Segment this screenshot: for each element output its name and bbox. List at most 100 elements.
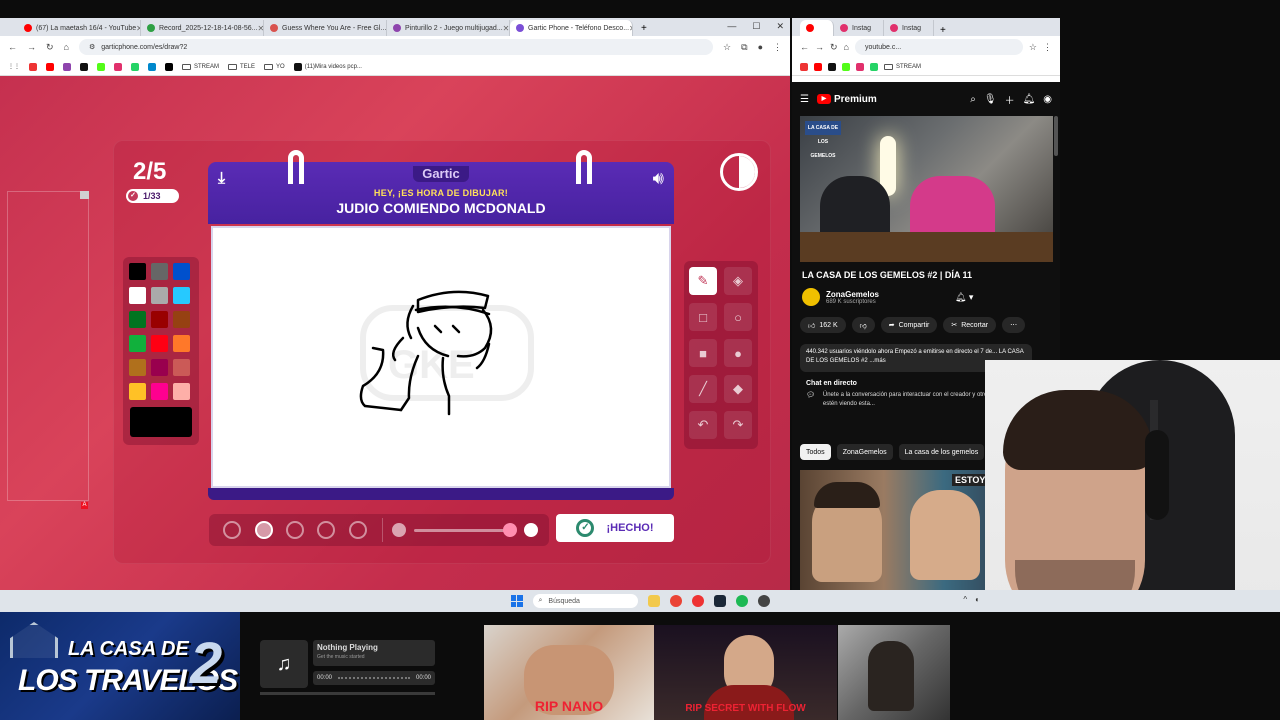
bookmark-star-icon[interactable]: ☆ <box>1029 42 1037 53</box>
undo-button[interactable]: ↶ <box>689 411 717 439</box>
opacity-slider-handle[interactable] <box>503 523 517 537</box>
browser-tab[interactable]: Pinturillo 2 - Juego multijugad... ✕ <box>387 20 510 36</box>
x-bookmark-icon[interactable] <box>80 62 88 71</box>
reload-icon[interactable]: ↻ <box>46 42 54 53</box>
x-bookmark-icon[interactable] <box>828 62 836 71</box>
color-swatch[interactable] <box>151 335 168 352</box>
bookmark-icon[interactable] <box>29 62 37 71</box>
tab-instagram-1[interactable]: Instag <box>834 20 884 36</box>
pencil-tool[interactable]: ✎ <box>689 267 717 295</box>
color-swatch[interactable] <box>129 359 146 376</box>
color-swatch[interactable] <box>173 263 190 280</box>
menu-icon[interactable]: ⋮ <box>773 42 782 53</box>
youtube-bookmark-icon[interactable] <box>46 62 54 71</box>
search-icon[interactable]: ⌕ <box>970 94 976 105</box>
create-icon[interactable]: ＋ <box>1005 92 1015 107</box>
color-swatch[interactable] <box>151 287 168 304</box>
whatsapp-bookmark-icon[interactable] <box>870 62 878 71</box>
back-icon[interactable]: ← <box>8 42 17 52</box>
account-avatar[interactable]: ◉ <box>1043 94 1052 105</box>
side-frame-handle[interactable] <box>80 191 89 199</box>
done-button[interactable]: ✓ ¡HECHO! <box>556 514 674 542</box>
profile-avatar[interactable]: ● <box>758 42 763 52</box>
filter-chip-related[interactable]: La casa de los gemelos <box>898 444 985 460</box>
browser-tab[interactable]: Record_2025-12-18-14-08-56... ✕ <box>141 20 264 36</box>
color-swatch[interactable] <box>129 311 146 328</box>
menu-icon[interactable]: ⋮ <box>1043 42 1052 53</box>
new-tab-icon[interactable]: + <box>940 25 946 36</box>
forward-icon[interactable]: → <box>815 42 824 52</box>
app-icon[interactable] <box>757 595 770 607</box>
redo-button[interactable]: ↷ <box>724 411 752 439</box>
microphone-icon[interactable]: 🎙︎ <box>984 94 997 105</box>
color-swatch[interactable] <box>129 287 146 304</box>
dislike-button[interactable]: 👎︎ <box>851 317 875 333</box>
color-swatch[interactable] <box>151 383 168 400</box>
bookmark-folder-stream[interactable]: STREAM <box>182 63 219 70</box>
bookmark-icon[interactable] <box>800 62 808 71</box>
brush-size-5[interactable] <box>349 521 367 539</box>
circle-fill-tool[interactable]: ● <box>724 339 752 367</box>
color-swatch[interactable] <box>129 335 146 352</box>
forward-icon[interactable]: → <box>27 42 36 52</box>
color-swatch[interactable] <box>151 359 168 376</box>
color-swatch[interactable] <box>151 263 168 280</box>
kick-bookmark-icon[interactable] <box>842 62 850 71</box>
filter-chip-channel[interactable]: ZonaGemelos <box>836 444 893 460</box>
more-actions-button[interactable]: ⋯ <box>1002 317 1026 333</box>
new-tab-icon[interactable]: + <box>641 23 647 34</box>
color-swatch[interactable] <box>129 383 146 400</box>
back-icon[interactable]: ← <box>800 42 809 52</box>
maximize-icon[interactable]: ☐ <box>752 21 760 32</box>
circle-outline-tool[interactable]: ○ <box>724 303 752 331</box>
color-swatch[interactable] <box>173 287 190 304</box>
youtube-bookmark-icon[interactable] <box>814 62 822 71</box>
download-icon[interactable]: ⤓ <box>218 170 225 188</box>
bucket-tool[interactable]: ◆ <box>724 375 752 403</box>
bookmark-star-icon[interactable]: ☆ <box>723 42 731 53</box>
reload-icon[interactable]: ↻ <box>830 42 838 53</box>
channel-name[interactable]: ZonaGemelos <box>826 290 879 299</box>
color-swatch[interactable] <box>173 335 190 352</box>
twitch-bookmark-icon[interactable] <box>63 62 71 71</box>
spotify-icon[interactable] <box>735 595 748 607</box>
bookmark-folder-tele[interactable]: TELE <box>228 63 255 70</box>
filter-chip-all[interactable]: Todos <box>800 444 831 460</box>
browser-tab[interactable]: Guess Where You Are - Free Gl...✕ <box>264 20 387 36</box>
extensions-icon[interactable]: ⧉ <box>741 42 747 53</box>
youtube-logo[interactable]: ▶ Premium <box>816 94 877 105</box>
video-player[interactable]: LA CASA DE LOS GEMELOS <box>800 116 1053 262</box>
channel-avatar[interactable] <box>802 288 820 306</box>
brush-size-1[interactable] <box>223 521 241 539</box>
bookmark-folder-stream[interactable]: STREAM <box>884 63 921 70</box>
network-icon[interactable]: ◐ <box>975 595 980 604</box>
rectangle-outline-tool[interactable]: □ <box>689 303 717 331</box>
url-input[interactable]: ⚙ garticphone.com/es/draw?2 <box>78 39 714 55</box>
color-swatch[interactable] <box>173 359 190 376</box>
minimize-icon[interactable]: — <box>727 21 736 32</box>
notification-bell-icon[interactable]: 🔔︎ ▾ <box>955 292 973 303</box>
apps-icon[interactable]: ⋮⋮ <box>8 63 20 70</box>
tab-instagram-2[interactable]: Instag <box>884 20 934 36</box>
browser-tab[interactable]: Gartic Phone - Teléfono Desco...✕ <box>510 20 633 36</box>
volume-icon[interactable]: 🔊︎ <box>653 168 664 189</box>
close-window-icon[interactable]: ✕ <box>776 21 784 32</box>
obs-icon[interactable] <box>691 595 704 607</box>
opacity-slider[interactable] <box>414 529 514 532</box>
whatsapp-bookmark-icon[interactable] <box>131 62 139 71</box>
tab-youtube[interactable] <box>800 20 834 36</box>
color-swatch[interactable] <box>173 311 190 328</box>
share-button[interactable]: ➦ Compartir <box>880 317 938 333</box>
close-tab-icon[interactable]: ✕ <box>629 24 632 33</box>
close-tab-icon[interactable]: ✕ <box>503 24 509 33</box>
kick-bookmark-icon[interactable] <box>97 62 105 71</box>
eraser-tool[interactable]: ◈ <box>724 267 752 295</box>
notifications-icon[interactable]: 🔔︎ <box>1023 94 1036 105</box>
tiktok-bookmark-icon[interactable] <box>165 62 173 71</box>
drawing-canvas[interactable]: GKE <box>211 226 671 488</box>
home-icon[interactable]: ⌂ <box>844 42 849 52</box>
home-icon[interactable]: ⌂ <box>64 42 69 52</box>
taskbar-search[interactable]: ⌕ Búsqueda <box>532 594 638 608</box>
chrome-icon[interactable] <box>669 595 682 607</box>
brush-size-4[interactable] <box>317 521 335 539</box>
